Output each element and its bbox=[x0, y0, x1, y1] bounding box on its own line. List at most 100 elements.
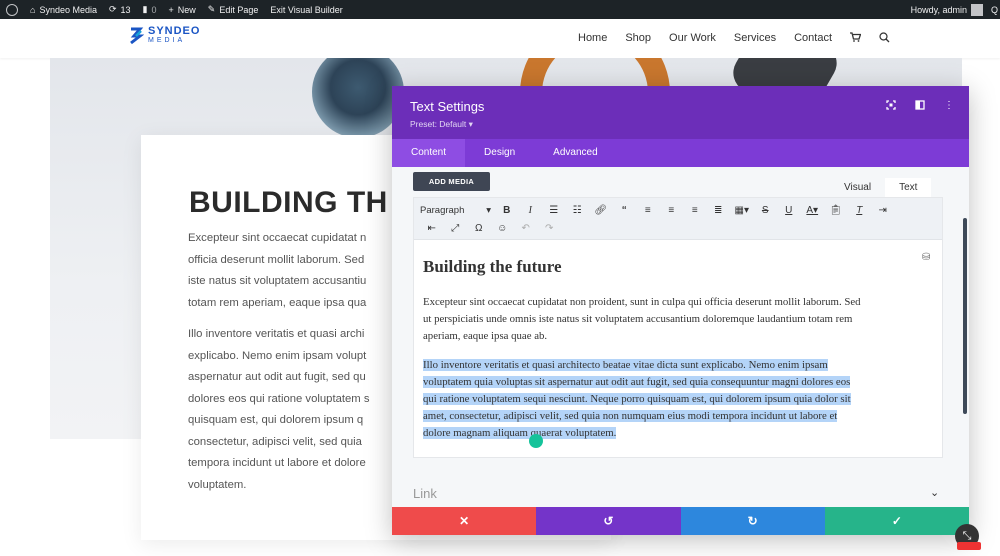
rich-text-editor: Paragraph ▾ B I ☰ ☷ 🔗︎ “ ≡ ≡ ≡ ≣ ▦▾ S U A… bbox=[413, 197, 943, 458]
plus-icon: + bbox=[168, 4, 174, 15]
undo-icon[interactable]: ↶ bbox=[514, 221, 538, 236]
tab-visual[interactable]: Visual bbox=[830, 178, 885, 197]
modal-title: Text Settings bbox=[410, 99, 485, 114]
editor-paragraph-2-selected: Illo inventore veritatis et quasi archit… bbox=[423, 357, 933, 442]
search-admin-icon[interactable]: Q bbox=[989, 0, 1000, 19]
modal-tabs: Content Design Advanced bbox=[392, 139, 969, 167]
modal-footer: ✕ ↺ ↻ ✓ bbox=[392, 507, 969, 535]
bold-icon[interactable]: B bbox=[495, 203, 519, 218]
format-select[interactable]: Paragraph ▾ bbox=[420, 203, 495, 218]
italic-icon[interactable]: I bbox=[519, 203, 543, 218]
site-logo[interactable]: SYNDEO MEDIA bbox=[128, 25, 201, 45]
tab-text[interactable]: Text bbox=[885, 178, 932, 197]
align-left-icon[interactable]: ≡ bbox=[636, 203, 660, 218]
comment-icon: ▮ bbox=[142, 4, 148, 14]
search-icon[interactable] bbox=[879, 32, 890, 46]
cancel-button[interactable]: ✕ bbox=[392, 507, 537, 535]
tab-content[interactable]: Content bbox=[392, 139, 466, 167]
text-line: dolore magnam aliquam quaerat voluptatem… bbox=[423, 427, 617, 439]
special-character-icon[interactable]: Ω bbox=[467, 221, 491, 236]
chevron-down-icon: ⌄ bbox=[930, 487, 940, 499]
logo-text-line2: MEDIA bbox=[148, 37, 186, 44]
split-view-icon[interactable] bbox=[914, 99, 926, 111]
undo-button[interactable]: ↺ bbox=[536, 507, 681, 535]
my-account-menu[interactable]: Howdy, admin bbox=[905, 0, 989, 19]
editor-mode-tabs: Visual Text bbox=[830, 178, 932, 197]
justify-icon[interactable]: ≣ bbox=[707, 203, 731, 218]
more-options-icon[interactable]: ⋮ bbox=[943, 99, 955, 111]
updates-menu[interactable]: ⟳ 13 bbox=[103, 0, 137, 19]
text-line: amet, consectetur, adipisci velit, sed q… bbox=[423, 410, 838, 422]
text-line: ut perspiciatis unde omnis iste natus si… bbox=[423, 313, 853, 325]
text-line: qui ratione voluptatem sequi nesciunt. N… bbox=[423, 393, 851, 405]
new-content-menu[interactable]: + New bbox=[163, 0, 202, 19]
blockquote-icon[interactable]: “ bbox=[613, 203, 637, 218]
redo-icon[interactable]: ↷ bbox=[538, 221, 562, 236]
save-button[interactable]: ✓ bbox=[824, 507, 969, 535]
underline-icon[interactable]: U bbox=[777, 203, 801, 218]
wp-logo-menu[interactable] bbox=[0, 0, 24, 19]
updates-count: 13 bbox=[120, 4, 131, 15]
format-select-value: Paragraph bbox=[420, 205, 465, 216]
fullscreen-editor-icon[interactable]: ⤢ bbox=[444, 221, 468, 236]
link-section-toggle[interactable]: Link ⌄ bbox=[392, 486, 969, 508]
text-settings-modal: Text Settings Preset: Default ▾ ⋮ Conten… bbox=[392, 86, 969, 535]
emoji-icon[interactable]: ☺ bbox=[491, 221, 515, 236]
paste-icon[interactable]: 📋︎ bbox=[824, 203, 848, 218]
numbered-list-icon[interactable]: ☷ bbox=[566, 203, 590, 218]
preset-dropdown[interactable]: Preset: Default ▾ bbox=[410, 119, 473, 130]
updates-icon: ⟳ bbox=[108, 4, 117, 14]
nav-services[interactable]: Services bbox=[734, 32, 776, 46]
edit-page-label: Edit Page bbox=[219, 4, 259, 15]
bullet-list-icon[interactable]: ☰ bbox=[542, 203, 566, 218]
modal-body: ADD MEDIA Visual Text Paragraph ▾ B I ☰ ☷… bbox=[392, 167, 969, 507]
caret-down-icon: ▾ bbox=[486, 205, 491, 216]
comments-count: 0 bbox=[151, 4, 157, 15]
site-name-menu[interactable]: ⌂ Syndeo Media bbox=[24, 0, 103, 19]
wp-admin-bar: ⌂ Syndeo Media ⟳ 13 ▮ 0 + New ✎ Edit Pag… bbox=[0, 0, 1000, 19]
tab-design[interactable]: Design bbox=[465, 139, 534, 167]
align-right-icon[interactable]: ≡ bbox=[683, 203, 707, 218]
main-nav: Home Shop Our Work Services Contact bbox=[578, 32, 908, 46]
nav-shop[interactable]: Shop bbox=[625, 32, 651, 46]
fullscreen-icon[interactable] bbox=[885, 99, 897, 111]
home-icon: ⌂ bbox=[30, 4, 36, 15]
syndeo-logo-icon bbox=[130, 27, 144, 45]
indent-icon[interactable]: ⇥ bbox=[871, 203, 895, 218]
redo-button[interactable]: ↻ bbox=[680, 507, 825, 535]
strikethrough-icon[interactable]: S bbox=[754, 203, 778, 218]
editor-paragraph-1: Excepteur sint occaecat cupidatat non pr… bbox=[423, 294, 933, 345]
link-icon[interactable]: 🔗︎ bbox=[589, 203, 613, 218]
site-header: SYNDEO MEDIA Home Shop Our Work Services… bbox=[0, 19, 1000, 58]
greeting-label: Howdy, admin bbox=[910, 4, 967, 15]
page-heading[interactable]: BUILDING TH bbox=[189, 186, 388, 220]
table-icon[interactable]: ▦▾ bbox=[730, 203, 754, 218]
nav-contact[interactable]: Contact bbox=[794, 32, 832, 46]
text-line: Excepteur sint occaecat cupidatat non pr… bbox=[423, 296, 861, 308]
logo-text-line1: SYNDEO bbox=[148, 25, 201, 37]
text-color-icon[interactable]: A▾ bbox=[801, 203, 825, 218]
modal-header[interactable]: Text Settings Preset: Default ▾ ⋮ bbox=[392, 86, 969, 139]
new-label: New bbox=[177, 4, 196, 15]
editor-heading: Building the future bbox=[423, 257, 562, 276]
cart-icon[interactable] bbox=[850, 32, 862, 46]
site-name-label: Syndeo Media bbox=[39, 4, 97, 15]
link-section-label: Link bbox=[413, 486, 437, 501]
pencil-icon: ✎ bbox=[207, 4, 216, 14]
modal-scrollbar[interactable] bbox=[963, 218, 967, 414]
nav-our-work[interactable]: Our Work bbox=[669, 32, 716, 46]
tab-advanced[interactable]: Advanced bbox=[534, 139, 616, 167]
nav-home[interactable]: Home bbox=[578, 32, 607, 46]
text-line: aperiam, eaque ipsa quae ab. bbox=[423, 330, 548, 342]
wordpress-icon bbox=[6, 3, 18, 16]
align-center-icon[interactable]: ≡ bbox=[660, 203, 684, 218]
grammarly-icon[interactable] bbox=[529, 434, 543, 448]
clear-formatting-icon[interactable]: T bbox=[848, 203, 872, 218]
exit-visual-builder-link[interactable]: Exit Visual Builder bbox=[264, 0, 348, 19]
dynamic-content-icon[interactable]: ⛁ bbox=[922, 252, 930, 263]
comments-menu[interactable]: ▮ 0 bbox=[137, 0, 163, 19]
video-badge-icon bbox=[957, 542, 981, 550]
outdent-icon[interactable]: ⇤ bbox=[420, 221, 444, 236]
add-media-button[interactable]: ADD MEDIA bbox=[413, 172, 490, 191]
edit-page-link[interactable]: ✎ Edit Page bbox=[202, 0, 265, 19]
